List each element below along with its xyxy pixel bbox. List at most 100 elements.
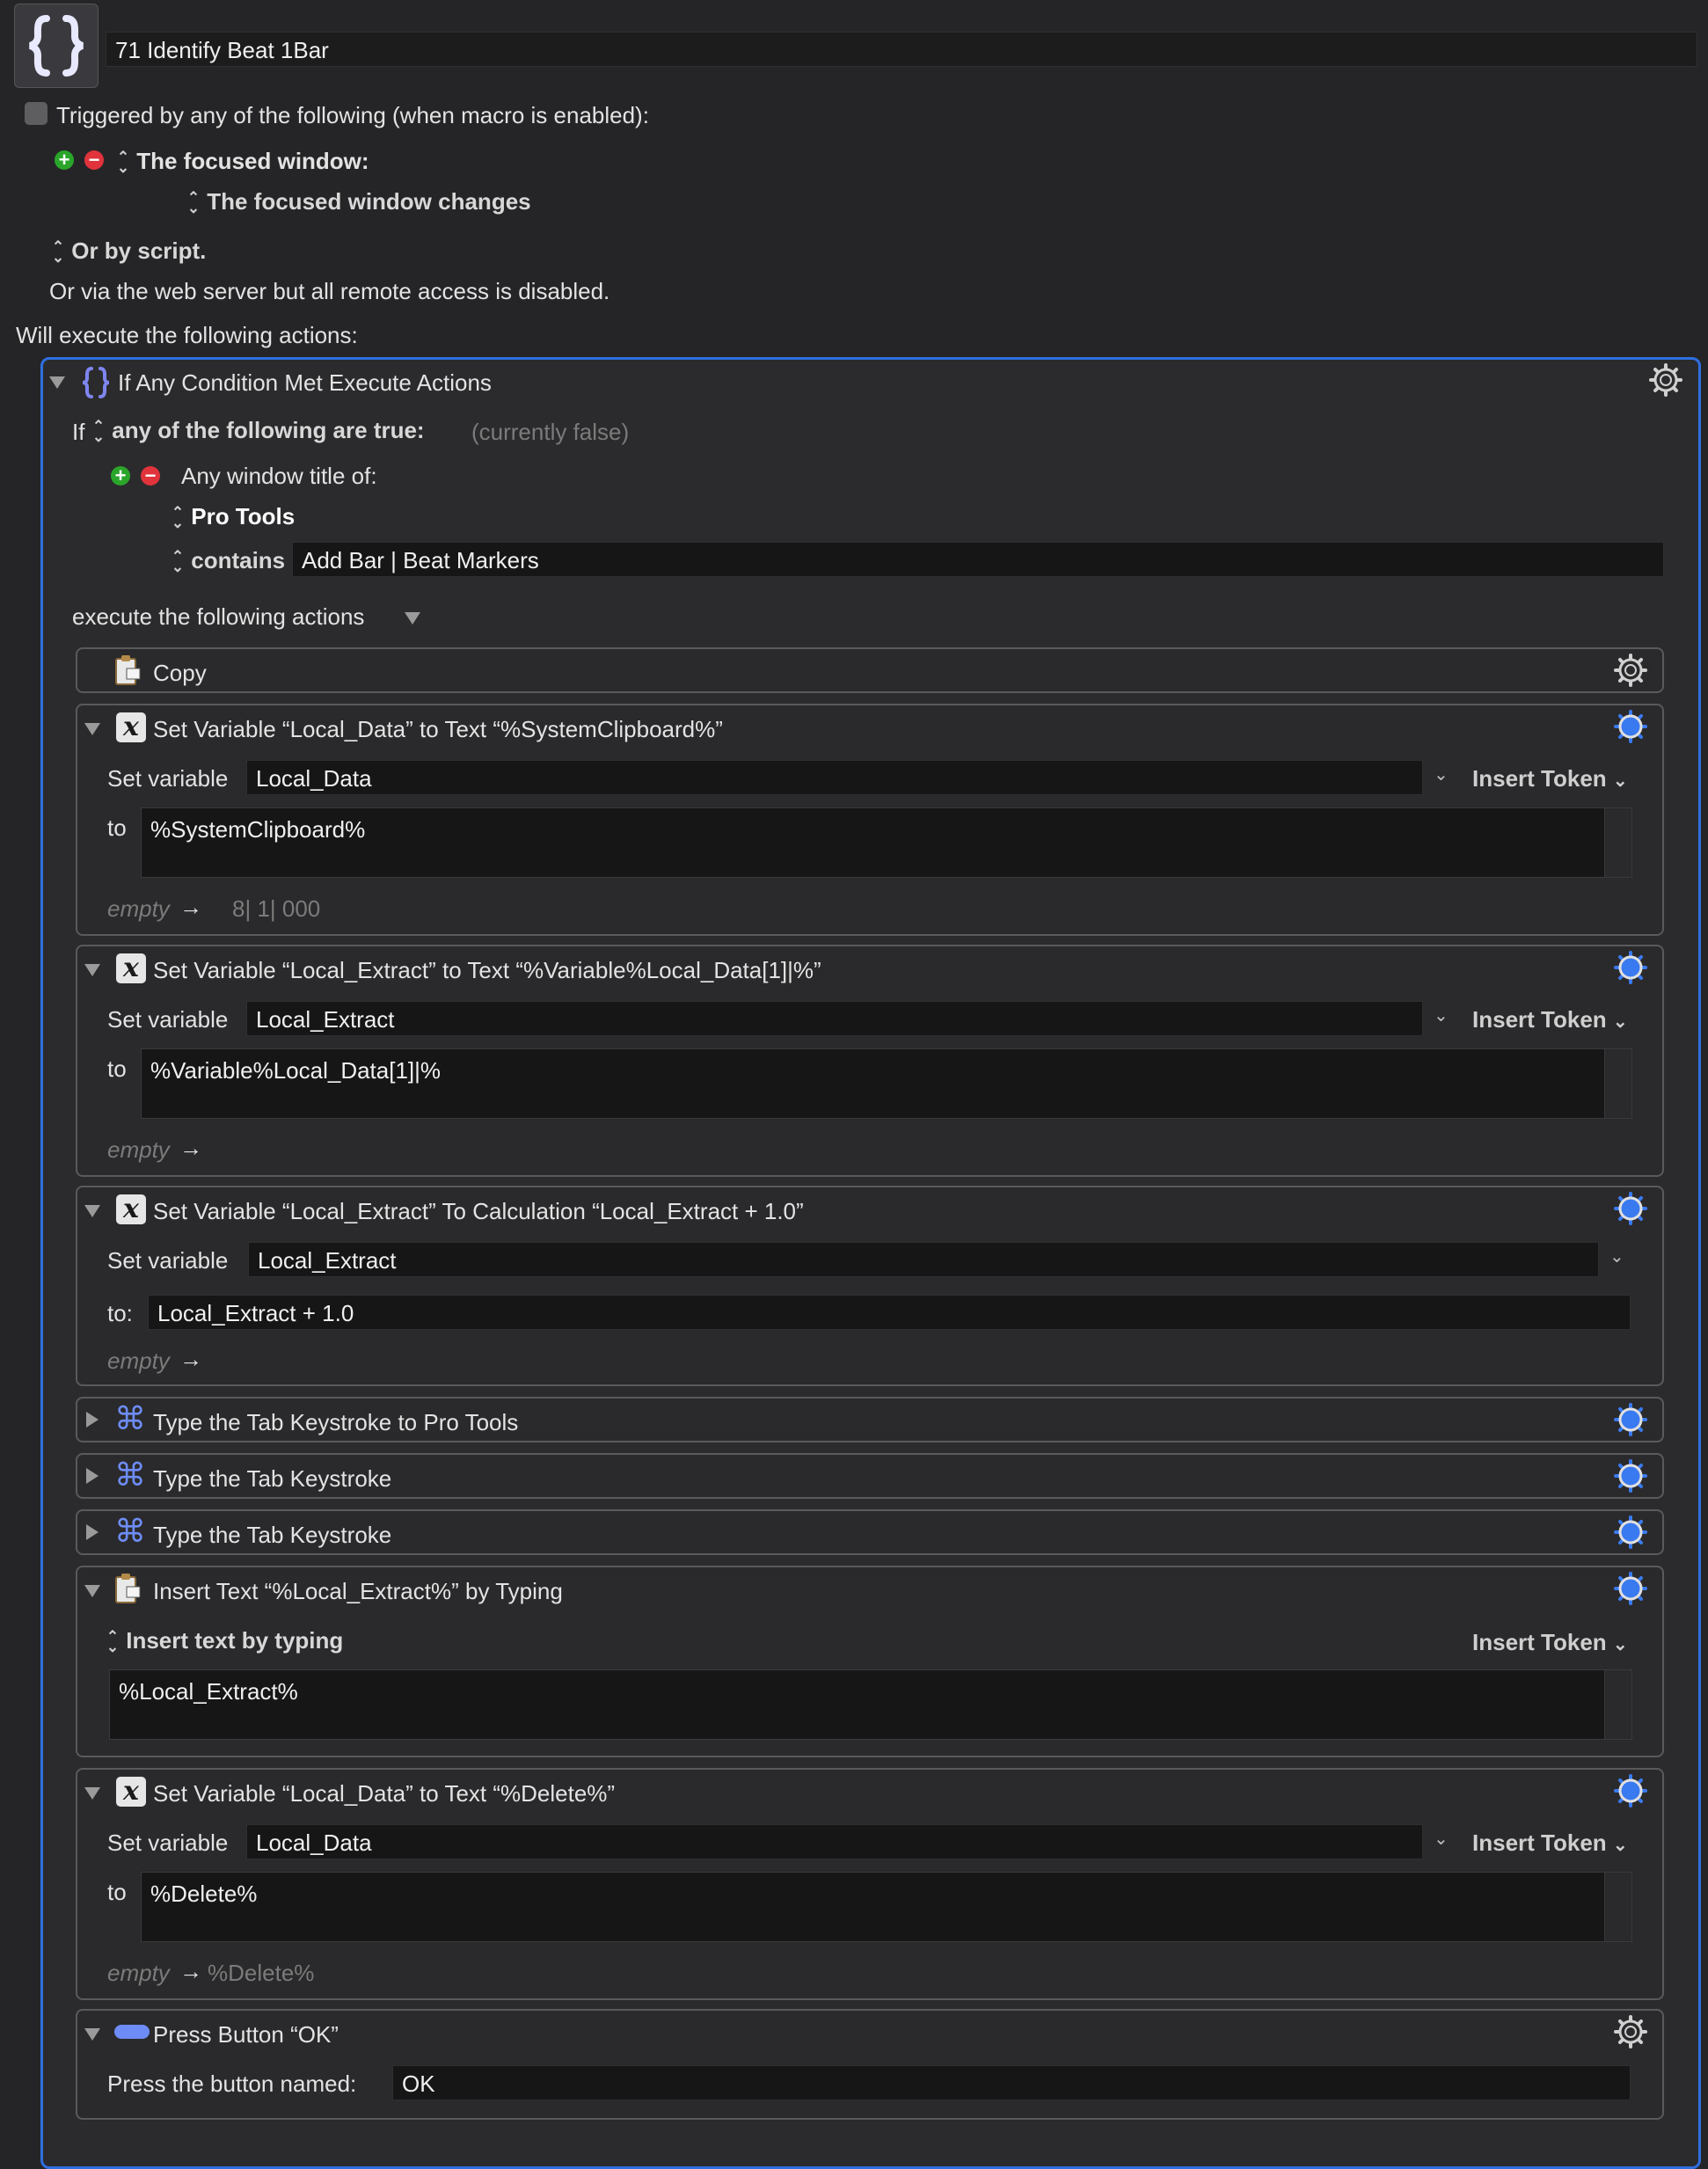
insert-mode-popup[interactable]: ⌃ ⌄ Insert text by typing xyxy=(106,1627,343,1654)
trigger-type-popup[interactable]: ⌃ ⌄ The focused window: xyxy=(116,148,369,175)
action-title: Type the Tab Keystroke to Pro Tools xyxy=(153,1409,519,1435)
action-title: Set Variable “Local_Extract” To Calculat… xyxy=(153,1198,804,1224)
trigger-type-label: The focused window: xyxy=(136,148,369,174)
chevron-down-icon: ⌄ xyxy=(1612,1836,1628,1855)
remove-condition-icon[interactable]: − xyxy=(141,466,160,486)
execute-actions-label: execute the following actions xyxy=(72,603,365,630)
or-by-script-label: Or by script. xyxy=(71,237,207,264)
braces-icon xyxy=(81,366,111,399)
gear-icon[interactable] xyxy=(1613,1773,1648,1808)
insert-text: %Local_Extract% xyxy=(119,1678,298,1705)
variable-icon: x xyxy=(116,953,146,983)
if-action-title: If Any Condition Met Execute Actions xyxy=(118,369,492,396)
insert-token-menu[interactable]: Insert Token ⌄ xyxy=(1472,1829,1628,1857)
execute-actions-menu-icon[interactable] xyxy=(405,612,420,624)
action-title: Insert Text “%Local_Extract%” by Typing xyxy=(153,1578,563,1604)
empty-label: empty xyxy=(107,1347,170,1374)
disclosure-triangle-icon[interactable] xyxy=(84,1585,100,1597)
gear-icon[interactable] xyxy=(1648,362,1683,398)
press-button-label: Press the button named: xyxy=(107,2070,357,2097)
variable-dropdown-icon[interactable]: ⌄ xyxy=(1434,1828,1449,1850)
insert-text-field[interactable]: %Local_Extract% xyxy=(109,1669,1632,1740)
variable-name-field[interactable]: Local_Data xyxy=(246,1824,1423,1859)
command-key-icon: ⌘ xyxy=(114,1457,146,1493)
insert-token-label: Insert Token xyxy=(1472,1629,1607,1655)
variable-icon: x xyxy=(116,1194,146,1224)
macro-name-field[interactable]: 71 Identify Beat 1Bar xyxy=(106,32,1697,67)
button-name-field[interactable]: OK xyxy=(392,2065,1631,2100)
gear-icon[interactable] xyxy=(1613,950,1648,985)
scrollbar[interactable] xyxy=(1604,1049,1631,1118)
empty-label: empty xyxy=(107,1960,170,1986)
variable-name-field[interactable]: Local_Extract xyxy=(248,1242,1599,1277)
gear-icon[interactable] xyxy=(1613,1515,1648,1550)
condition-mode-popup[interactable]: ⌃ ⌄ any of the following are true: xyxy=(91,417,425,444)
gear-icon[interactable] xyxy=(1613,2014,1648,2049)
disclosure-triangle-icon[interactable] xyxy=(84,2028,100,2041)
insert-token-menu[interactable]: Insert Token ⌄ xyxy=(1472,1629,1628,1656)
arrow-right-icon: → xyxy=(179,1958,202,1984)
action-copy[interactable] xyxy=(76,647,1664,693)
variable-dropdown-icon[interactable]: ⌄ xyxy=(1609,1245,1624,1267)
insert-mode-label: Insert text by typing xyxy=(126,1627,344,1654)
to-label: to: xyxy=(107,1300,133,1326)
updown-icon: ⌃ ⌄ xyxy=(171,504,185,532)
arrow-right-icon: → xyxy=(179,894,202,920)
application-popup[interactable]: ⌃ ⌄ Pro Tools xyxy=(171,503,295,530)
web-server-note: Or via the web server but all remote acc… xyxy=(49,278,610,304)
scrollbar[interactable] xyxy=(1604,808,1631,877)
remove-trigger-icon[interactable]: − xyxy=(84,150,104,170)
updown-icon: ⌃ ⌄ xyxy=(116,149,130,177)
variable-text-field[interactable]: %SystemClipboard% xyxy=(141,807,1632,878)
disclosure-triangle-icon[interactable] xyxy=(86,1524,99,1540)
add-condition-icon[interactable]: + xyxy=(111,466,130,486)
disclosure-triangle-icon[interactable] xyxy=(86,1412,99,1428)
gear-icon[interactable] xyxy=(1613,1571,1648,1606)
scrollbar[interactable] xyxy=(1604,1670,1631,1739)
insert-token-menu[interactable]: Insert Token ⌄ xyxy=(1472,765,1628,792)
variable-text: %Delete% xyxy=(150,1881,258,1907)
add-trigger-icon[interactable]: + xyxy=(55,150,74,170)
operator-popup[interactable]: ⌃ ⌄ contains xyxy=(171,547,285,574)
trigger-value-popup[interactable]: ⌃ ⌄ The focused window changes xyxy=(186,188,531,215)
gear-icon[interactable] xyxy=(1613,653,1648,688)
variable-name-field[interactable]: Local_Extract xyxy=(246,1001,1423,1036)
variable-text-field[interactable]: %Delete% xyxy=(141,1872,1632,1942)
variable-icon: x xyxy=(116,712,146,742)
set-variable-label: Set variable xyxy=(107,765,229,792)
gear-icon[interactable] xyxy=(1613,1402,1648,1437)
application-label: Pro Tools xyxy=(191,503,296,529)
chevron-down-icon: ⌄ xyxy=(1612,1012,1628,1032)
action-title: Type the Tab Keystroke xyxy=(153,1465,392,1492)
variable-text: %SystemClipboard% xyxy=(150,816,366,843)
result-preview: %Delete% xyxy=(208,1960,315,1986)
scrollbar[interactable] xyxy=(1604,1873,1631,1941)
disclosure-triangle-icon[interactable] xyxy=(86,1468,99,1484)
gear-icon[interactable] xyxy=(1613,1458,1648,1493)
result-preview: 8| 1| 000 xyxy=(232,895,321,922)
window-title-field[interactable]: Add Bar | Beat Markers xyxy=(292,542,1664,577)
gear-icon[interactable] xyxy=(1613,1191,1648,1226)
or-by-script-popup[interactable]: ⌃ ⌄ Or by script. xyxy=(51,237,207,267)
disclosure-triangle-icon[interactable] xyxy=(84,964,100,976)
command-key-icon: ⌘ xyxy=(114,1401,146,1437)
insert-token-menu[interactable]: Insert Token ⌄ xyxy=(1472,1006,1628,1033)
will-execute-label: Will execute the following actions: xyxy=(16,322,358,348)
variable-text: %Variable%Local_Data[1]|% xyxy=(150,1057,442,1084)
gear-icon[interactable] xyxy=(1613,709,1648,744)
variable-text-field[interactable]: %Variable%Local_Data[1]|% xyxy=(141,1048,1632,1119)
disclosure-triangle-icon[interactable] xyxy=(84,723,100,735)
triggers-checkbox[interactable] xyxy=(25,102,47,125)
disclosure-triangle-icon[interactable] xyxy=(84,1205,100,1217)
command-key-icon: ⌘ xyxy=(114,1514,146,1550)
calculation-field[interactable]: Local_Extract + 1.0 xyxy=(148,1295,1631,1330)
disclosure-triangle-icon[interactable] xyxy=(49,376,65,389)
updown-icon: ⌃ ⌄ xyxy=(51,238,65,267)
variable-name-field[interactable]: Local_Data xyxy=(246,760,1423,795)
empty-label: empty xyxy=(107,895,170,922)
disclosure-triangle-icon[interactable] xyxy=(84,1787,100,1800)
variable-dropdown-icon[interactable]: ⌄ xyxy=(1434,763,1449,785)
variable-dropdown-icon[interactable]: ⌄ xyxy=(1434,1004,1449,1026)
to-label: to xyxy=(107,814,127,841)
clipboard-icon xyxy=(115,655,141,685)
